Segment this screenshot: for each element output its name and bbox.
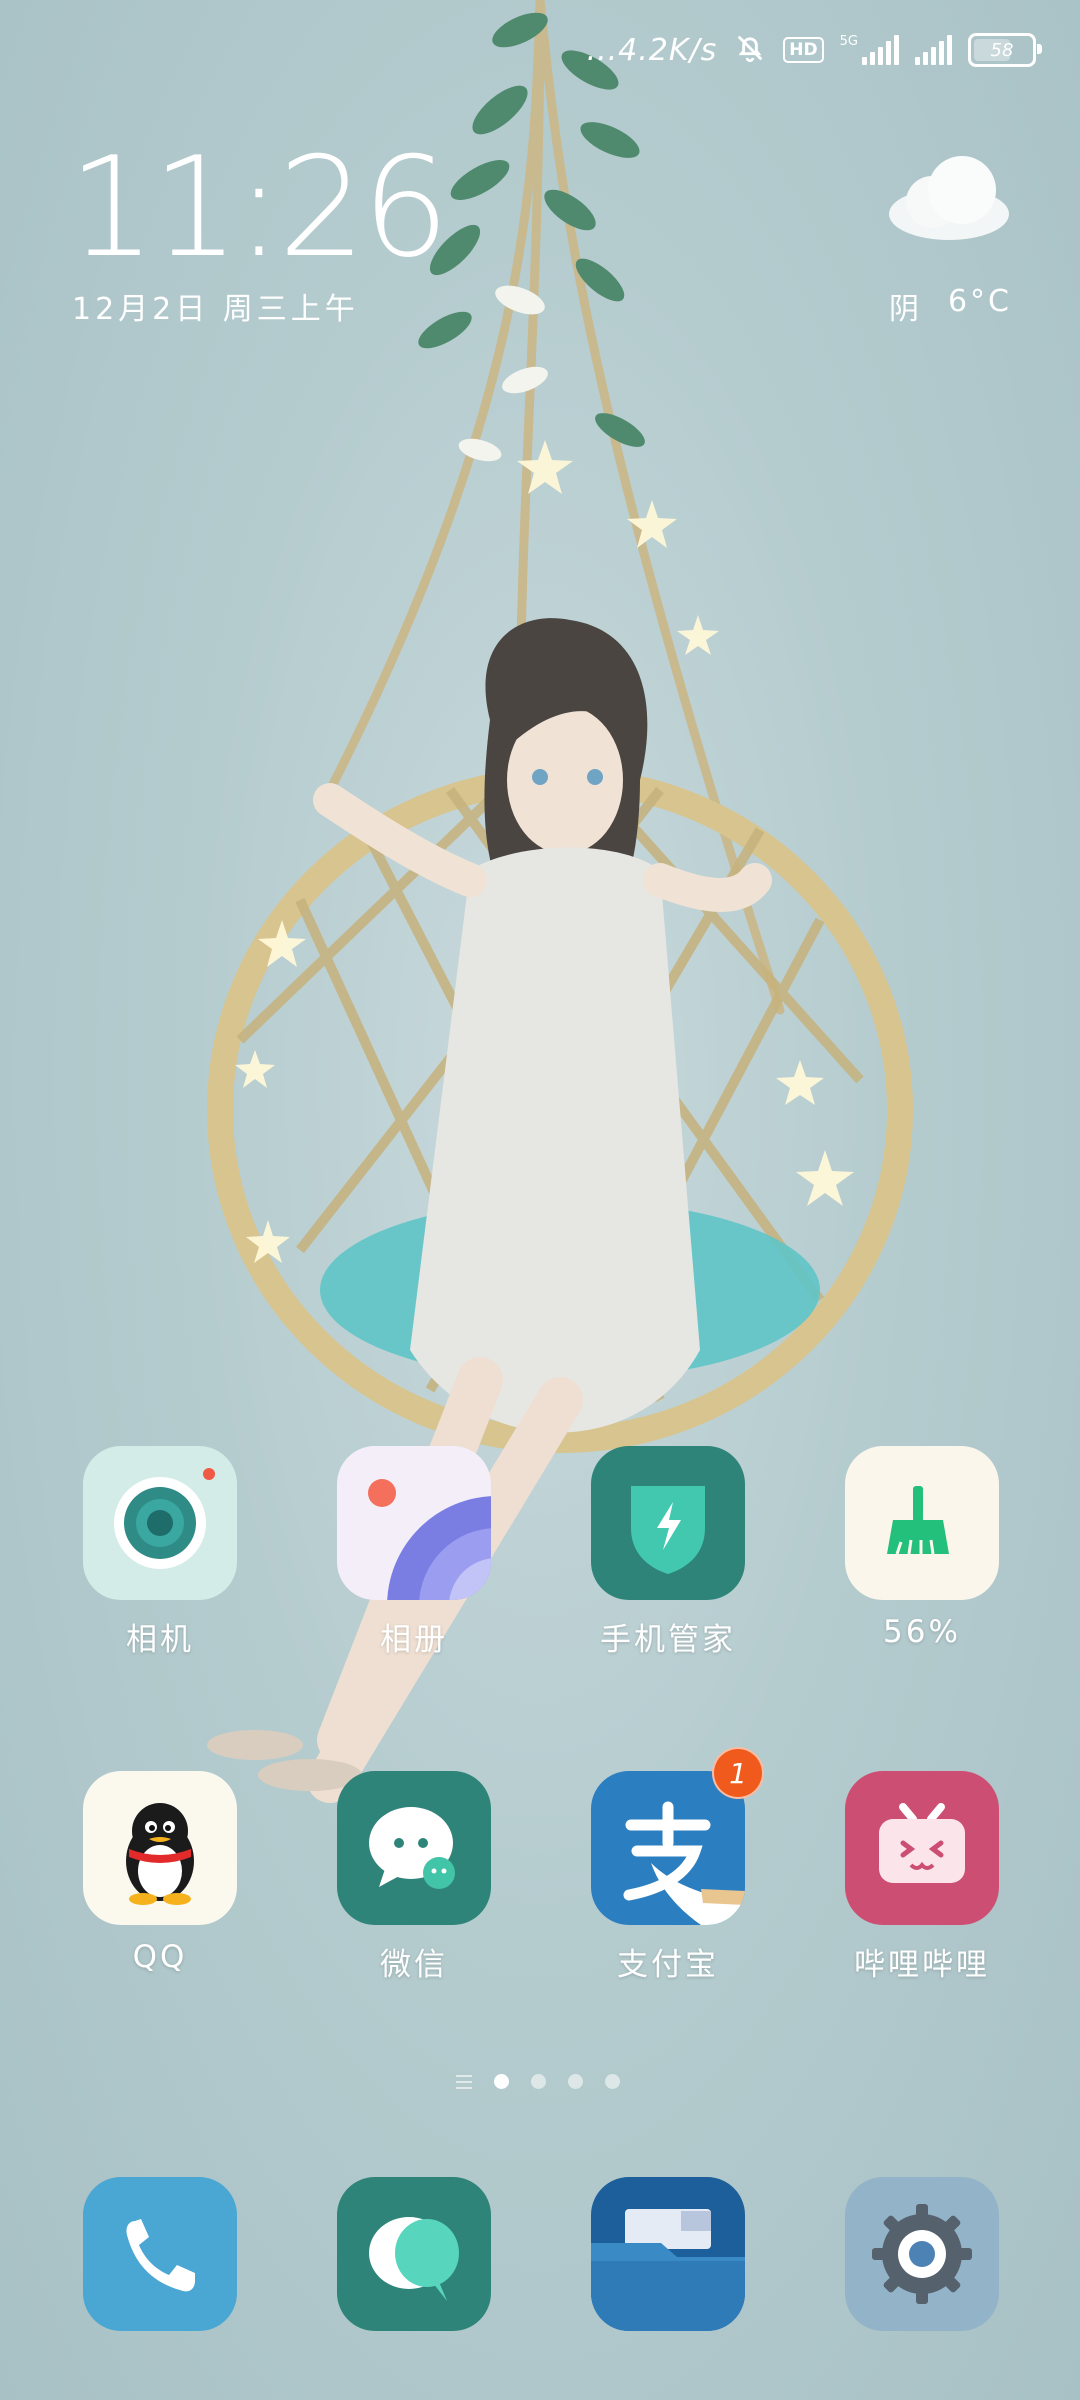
app-phone-manager[interactable]: 手机管家 xyxy=(568,1446,768,1659)
page-menu-icon[interactable] xyxy=(456,2074,472,2089)
page-indicator[interactable] xyxy=(456,2074,620,2089)
app-label: 相册 xyxy=(380,1622,448,1658)
app-alipay[interactable]: 1 支付宝 xyxy=(568,1747,768,1984)
files-folder-icon xyxy=(591,2177,745,2331)
security-shield-icon xyxy=(591,1446,745,1600)
app-label: 微信 xyxy=(380,1947,448,1983)
app-label: 哔哩哔哩 xyxy=(854,1947,990,1983)
wallpaper-illustration xyxy=(207,0,913,1803)
battery-percentage: 58 xyxy=(990,39,1014,61)
qq-penguin-icon xyxy=(83,1771,237,1925)
page-dot[interactable] xyxy=(568,2074,583,2089)
messages-icon xyxy=(337,2177,491,2331)
page-dot[interactable] xyxy=(531,2074,546,2089)
signal-icon xyxy=(915,35,952,65)
wechat-icon xyxy=(337,1771,491,1925)
app-cleaner[interactable]: 56% xyxy=(822,1446,1022,1650)
cleaner-broom-icon xyxy=(845,1446,999,1600)
notification-badge: 1 xyxy=(712,1747,764,1799)
weather-temperature: 6°C xyxy=(947,284,1012,319)
camera-icon xyxy=(83,1446,237,1600)
weather-summary[interactable]: 阴 6°C xyxy=(889,284,1012,328)
phone-icon xyxy=(83,2177,237,2331)
home-screen: ...4.2K/s HD 5G 58 11:26 12月2日 周三上午 阴 6°… xyxy=(0,0,1080,2400)
app-qq[interactable]: QQ xyxy=(60,1771,260,1975)
app-bilibili[interactable]: 哔哩哔哩 xyxy=(822,1771,1022,1984)
dock-files[interactable] xyxy=(568,2177,768,2331)
page-dot[interactable] xyxy=(605,2074,620,2089)
cloud-icon[interactable] xyxy=(884,152,1014,244)
app-gallery[interactable]: 相册 xyxy=(314,1446,514,1659)
app-label: QQ xyxy=(132,1939,188,1975)
app-label: 支付宝 xyxy=(617,1947,719,1983)
page-dot[interactable] xyxy=(494,2074,509,2089)
app-label: 56% xyxy=(883,1614,961,1650)
dock-phone[interactable] xyxy=(60,2177,260,2331)
bilibili-tv-icon xyxy=(845,1771,999,1925)
mute-icon xyxy=(733,31,767,69)
gallery-icon xyxy=(337,1446,491,1600)
clock-date[interactable]: 12月2日 周三上午 xyxy=(72,284,359,328)
app-wechat[interactable]: 微信 xyxy=(314,1771,514,1984)
app-label: 相机 xyxy=(126,1622,194,1658)
signal-5g-icon: 5G xyxy=(840,35,899,65)
dock-messages[interactable] xyxy=(314,2177,514,2331)
battery-icon: 58 xyxy=(968,33,1042,67)
network-speed: ...4.2K/s xyxy=(586,32,718,68)
hd-voice-badge: HD xyxy=(783,37,824,63)
status-bar: ...4.2K/s HD 5G 58 xyxy=(586,22,1042,78)
dock-settings[interactable] xyxy=(822,2177,1022,2331)
settings-gear-icon xyxy=(845,2177,999,2331)
clock-time[interactable]: 11:26 xyxy=(68,138,450,278)
app-camera[interactable]: 相机 xyxy=(60,1446,260,1659)
app-label: 手机管家 xyxy=(600,1622,736,1658)
weather-condition: 阴 xyxy=(888,292,922,327)
